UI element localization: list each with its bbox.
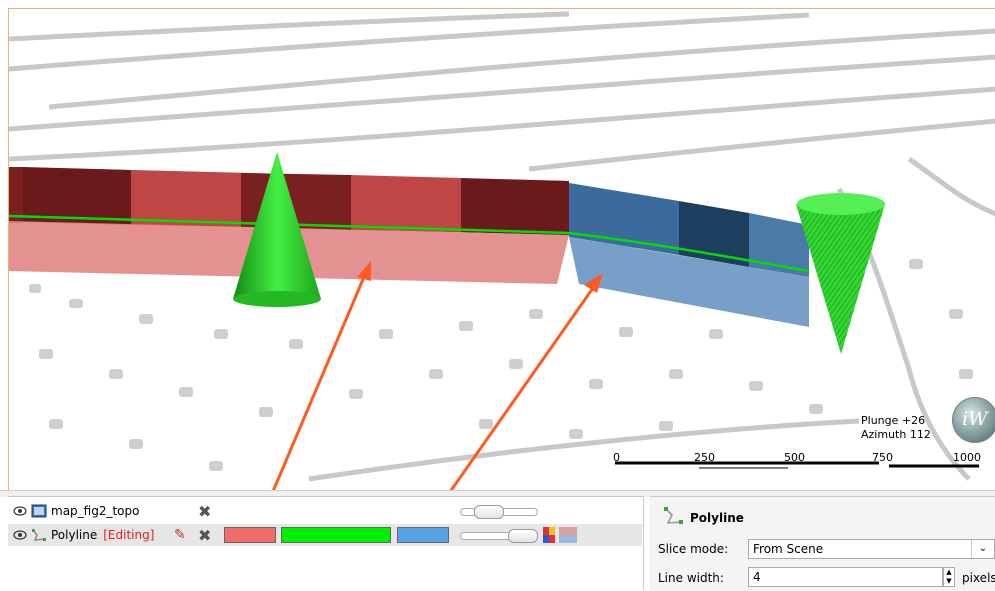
line-color-swatch[interactable] xyxy=(281,527,391,543)
plunge-readout: Plunge +26 xyxy=(861,414,926,427)
line-width-value: 4 xyxy=(753,570,761,584)
slice-mode-value: From Scene xyxy=(753,542,824,556)
properties-title: Polyline xyxy=(690,511,744,525)
layer-name-polyline: Polyline xyxy=(51,528,98,542)
line-width-unit: pixels xyxy=(962,571,995,585)
eye-icon[interactable] xyxy=(13,530,27,540)
slice-mode-select[interactable]: From Scene ⌄ xyxy=(748,539,995,559)
opacity-slider-thumb[interactable] xyxy=(474,505,504,519)
colormap-icon[interactable] xyxy=(543,527,579,543)
scale-label-250: 250 xyxy=(694,451,715,464)
scene-canvas[interactable] xyxy=(9,9,995,490)
orientation-globe-icon[interactable]: iW xyxy=(952,397,995,443)
azimuth-readout: Azimuth 112 xyxy=(861,428,931,441)
compass-readout: Plunge +26 Azimuth 112 xyxy=(861,414,931,442)
layer-name-topo: map_fig2_topo xyxy=(51,504,140,518)
editing-badge: [Editing] xyxy=(103,528,155,542)
edit-pencil-icon[interactable]: ✎ xyxy=(174,527,186,543)
chevron-down-icon[interactable]: ⌄ xyxy=(971,540,994,558)
properties-panel: Polyline Slice mode: From Scene ⌄ Line w… xyxy=(650,496,995,591)
scale-label-500: 500 xyxy=(784,451,805,464)
left-color-swatch[interactable] xyxy=(224,527,276,543)
map-icon xyxy=(31,504,47,518)
blue-slice-segment[interactable] xyxy=(569,183,809,327)
scene-layers-panel: map_fig2_topo ✖ Polyline [Editing] ✎ ✖ xyxy=(8,496,644,590)
scale-label-1000: 1000 xyxy=(953,451,981,464)
3d-scene-view[interactable]: Plunge +26 Azimuth 112 iW 0 250 500 750 … xyxy=(8,8,995,490)
polyline-icon xyxy=(664,507,683,524)
line-width-label: Line width: xyxy=(658,571,724,585)
eye-icon[interactable] xyxy=(13,506,27,516)
layer-row-polyline[interactable]: Polyline [Editing] ✎ ✖ xyxy=(8,524,642,546)
logo-text: iW xyxy=(962,408,988,430)
remove-layer-icon[interactable]: ✖ xyxy=(198,526,211,545)
layer-row-topo[interactable]: map_fig2_topo ✖ xyxy=(8,500,642,522)
scale-label-0: 0 xyxy=(613,451,620,464)
slice-mode-label: Slice mode: xyxy=(658,542,729,556)
scale-label-750: 750 xyxy=(872,451,893,464)
remove-layer-icon[interactable]: ✖ xyxy=(198,502,211,521)
line-width-spinner[interactable]: ▲ ▼ xyxy=(943,567,955,587)
polyline-icon xyxy=(32,529,46,541)
right-cone-marker[interactable] xyxy=(796,193,885,354)
line-width-input[interactable]: 4 xyxy=(748,567,943,587)
opacity-slider-thumb[interactable] xyxy=(508,529,538,543)
right-color-swatch[interactable] xyxy=(397,527,449,543)
